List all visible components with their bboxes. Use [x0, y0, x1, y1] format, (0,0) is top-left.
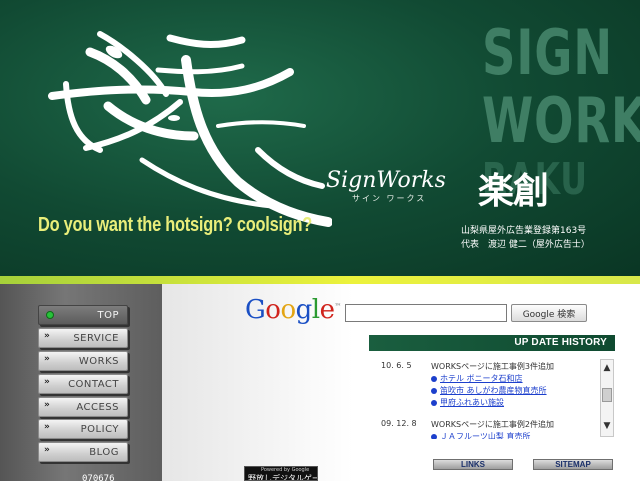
nav-label: SERVICE: [73, 333, 119, 344]
registration-number: 山梨県屋外広告業登録第163号: [461, 226, 587, 236]
entry-date: 09. 12. 8: [381, 419, 417, 428]
nav-button-top[interactable]: TOP: [38, 305, 128, 325]
entry-link[interactable]: ＪＡフルーツ山梨 直売所: [431, 431, 530, 439]
accent-divider: [0, 276, 640, 284]
sitemap-button[interactable]: SITEMAP: [533, 459, 613, 470]
watermark-line-2: WORKS: [482, 84, 640, 157]
entry-title: WORKSページに施工事例2件追加: [431, 420, 555, 429]
google-search-input[interactable]: [345, 304, 507, 322]
google-search-button[interactable]: Google 検索: [511, 304, 587, 322]
entry-link[interactable]: 甲府ふれあい施設: [431, 397, 504, 408]
double-arrow-icon: »: [44, 445, 50, 455]
tagline: Do you want the hotsign? coolsign?: [38, 214, 313, 236]
history-scrollbar[interactable]: ▲ ▼: [600, 359, 614, 437]
nav-button-works[interactable]: » WORKS: [38, 351, 128, 371]
scroll-up-icon[interactable]: ▲: [601, 362, 613, 374]
entry-link[interactable]: 笛吹市 あしがわ農産物直売所: [431, 385, 547, 396]
banner-main-text: 野放しデジタルゲーム: [248, 474, 317, 481]
scroll-down-icon[interactable]: ▼: [601, 420, 613, 432]
watermark-line-1: SIGN: [482, 16, 613, 89]
nav-button-access[interactable]: » ACCESS: [38, 397, 128, 417]
active-dot-icon: [46, 311, 54, 319]
double-arrow-icon: »: [44, 331, 50, 341]
brand-kanji-logo: 楽創: [478, 170, 549, 212]
nav-label: CONTACT: [68, 379, 119, 390]
brand-kana: サイン ワークス: [352, 194, 427, 203]
nav-label: TOP: [97, 310, 119, 321]
nav-label: WORKS: [78, 356, 119, 367]
double-arrow-icon: »: [44, 422, 50, 432]
update-history-title: UP DATE HISTORY: [514, 337, 607, 348]
brush-calligraphy-logo: [48, 31, 332, 227]
nav-button-blog[interactable]: » BLOG: [38, 442, 128, 462]
links-button[interactable]: LINKS: [433, 459, 513, 470]
brand-script: SignWorks: [326, 168, 446, 193]
nav-button-service[interactable]: » SERVICE: [38, 328, 128, 348]
nav-label: BLOG: [89, 447, 119, 458]
nav-label: POLICY: [80, 424, 119, 435]
update-history-header: UP DATE HISTORY: [369, 335, 615, 351]
visitor-counter: 070676: [82, 474, 115, 481]
google-logo: Google™: [245, 295, 341, 325]
entry-link[interactable]: ホテル ボニータ石和店: [431, 373, 523, 384]
nav-button-policy[interactable]: » POLICY: [38, 419, 128, 439]
nav-label: ACCESS: [76, 402, 119, 413]
nav-button-contact[interactable]: » CONTACT: [38, 374, 128, 394]
site-header: SIGN WORKS RAKU SignWorks サイン ワークス 楽創 Do…: [0, 0, 640, 276]
update-history-list: 10. 6. 5 WORKSページに施工事例3件追加 ホテル ボニータ石和店 笛…: [369, 357, 615, 439]
double-arrow-icon: »: [44, 400, 50, 410]
entry-title: WORKSページに施工事例3件追加: [431, 362, 555, 371]
entry-date: 10. 6. 5: [381, 361, 412, 370]
ad-banner[interactable]: Powered by Google 野放しデジタルゲーム: [244, 466, 318, 481]
double-arrow-icon: »: [44, 354, 50, 364]
double-arrow-icon: »: [44, 377, 50, 387]
representative-name: 代表 渡辺 健二（屋外広告士）: [461, 240, 590, 250]
scroll-thumb[interactable]: [602, 388, 612, 402]
